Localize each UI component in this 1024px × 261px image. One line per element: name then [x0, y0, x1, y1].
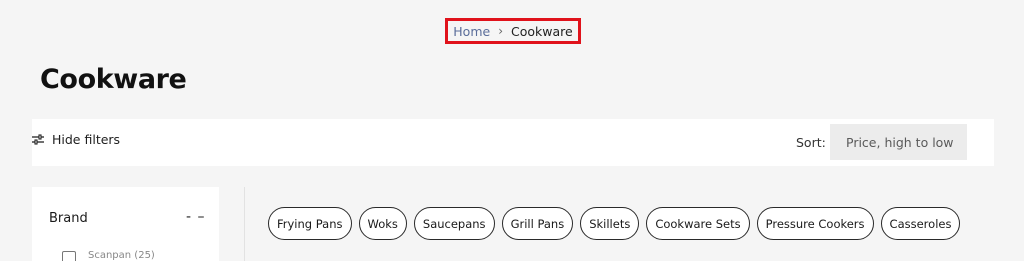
chip-cookware-sets[interactable]: Cookware Sets	[646, 207, 750, 240]
breadcrumb-separator: ›	[498, 24, 504, 38]
hide-filters-label: Hide filters	[52, 132, 121, 147]
breadcrumb: Home › Cookware	[445, 18, 581, 44]
chip-grill-pans[interactable]: Grill Pans	[501, 207, 574, 240]
chip-frying-pans[interactable]: Frying Pans	[268, 207, 352, 240]
sort-label: Sort:	[796, 135, 826, 150]
chip-skillets[interactable]: Skillets	[580, 207, 640, 240]
page: Home › Cookware Cookware Hide filters So…	[0, 0, 1024, 261]
hide-filters-button[interactable]: Hide filters	[32, 132, 120, 147]
page-title: Cookware	[40, 64, 187, 95]
breadcrumb-current: Cookware	[511, 23, 573, 39]
chip-saucepans[interactable]: Saucepans	[413, 207, 495, 240]
chip-casseroles[interactable]: Casseroles	[880, 207, 961, 240]
sidebar-divider	[244, 187, 245, 261]
sort-select[interactable]: Price, high to low	[830, 124, 967, 160]
category-chips: Frying Pans Woks Saucepans Grill Pans Sk…	[268, 207, 961, 240]
brand-option-checkbox[interactable]	[62, 251, 76, 261]
breadcrumb-home-link[interactable]: Home	[453, 24, 490, 39]
filter-sidebar: Brand - – Scanpan (25)	[32, 187, 219, 261]
brand-option-label[interactable]: Scanpan (25)	[88, 250, 155, 261]
chip-woks[interactable]: Woks	[358, 207, 407, 240]
brand-collapse-toggle[interactable]: - –	[186, 209, 206, 225]
brand-filter-title: Brand	[49, 211, 88, 226]
sort-select-value: Price, high to low	[846, 134, 954, 150]
chip-pressure-cookers[interactable]: Pressure Cookers	[756, 207, 874, 240]
sliders-icon	[32, 134, 44, 145]
filter-toolbar: Hide filters Sort: Price, high to low	[32, 119, 994, 166]
